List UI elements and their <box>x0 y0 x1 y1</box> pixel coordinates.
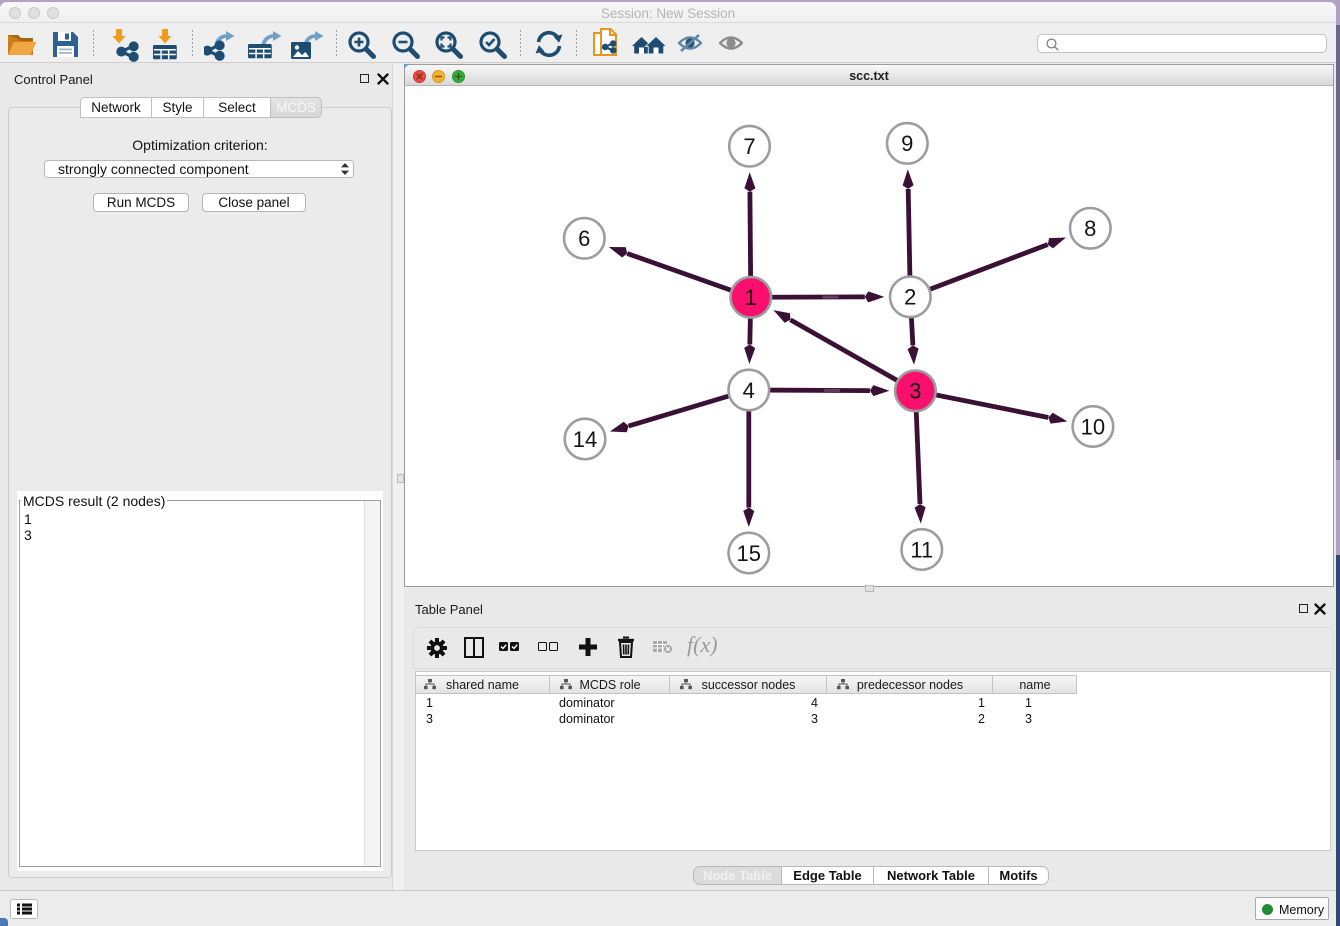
svg-text:7: 7 <box>743 134 755 159</box>
svg-text:4: 4 <box>743 378 755 403</box>
svg-text:11: 11 <box>910 537 933 562</box>
svg-text:6: 6 <box>578 226 590 251</box>
svg-text:1: 1 <box>745 285 757 310</box>
svg-text:9: 9 <box>901 131 913 156</box>
svg-text:10: 10 <box>1081 414 1105 439</box>
svg-text:15: 15 <box>737 541 761 566</box>
svg-text:2: 2 <box>904 285 916 310</box>
svg-text:14: 14 <box>573 427 597 452</box>
svg-text:3: 3 <box>909 379 921 404</box>
svg-text:8: 8 <box>1084 216 1096 241</box>
